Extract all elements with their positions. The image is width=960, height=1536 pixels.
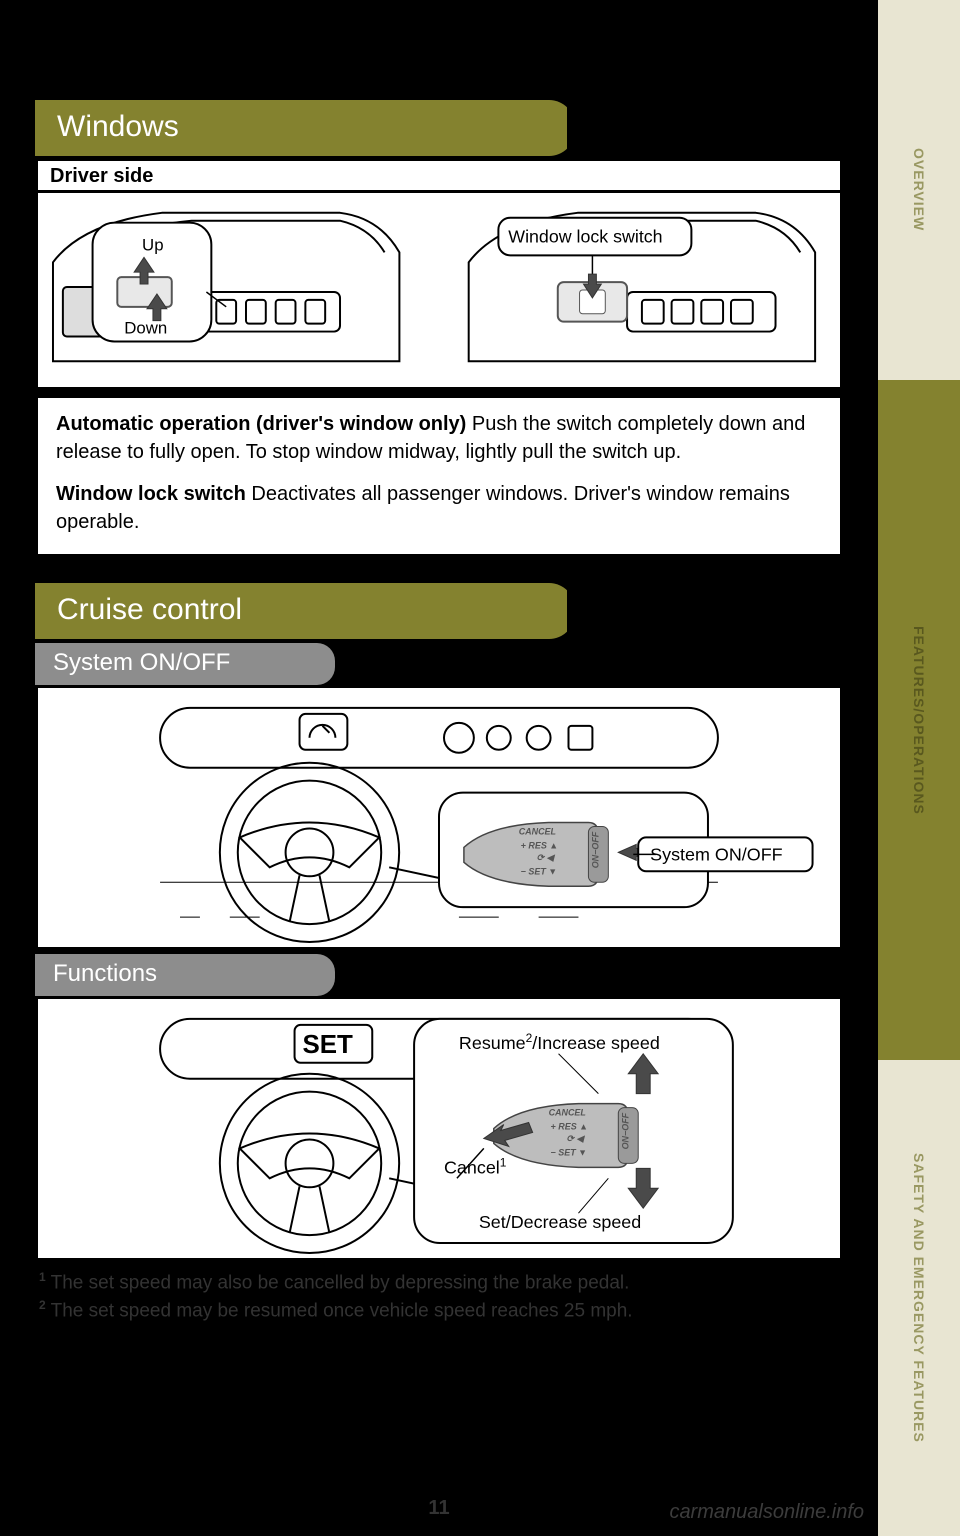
system-onoff-label: System ON/OFF [650, 844, 782, 864]
cruise-title: Cruise control [57, 593, 242, 626]
svg-text:⟳ ◀: ⟳ ◀ [537, 852, 556, 862]
side-tabs: OVERVIEW FEATURES/OPERATIONS SAFETY AND … [878, 0, 960, 1536]
lever-onoff: ON−OFF [590, 831, 600, 868]
driver-side-label: Driver side [35, 158, 843, 190]
lever-res: + RES ▲ [521, 840, 558, 850]
tab-safety[interactable]: SAFETY AND EMERGENCY FEATURES [878, 1060, 960, 1536]
svg-text:⟳ ◀: ⟳ ◀ [567, 1133, 586, 1143]
footnote-1: The set speed may also be cancelled by d… [46, 1272, 630, 1293]
windows-body-text: Automatic operation (driver's window onl… [35, 398, 843, 557]
svg-text:ON−OFF: ON−OFF [620, 1112, 630, 1149]
section-title-windows: Windows [35, 100, 575, 156]
windows-illustration: Up Down Window lock switch [35, 190, 843, 390]
footnote-2: The set speed may be resumed once vehicl… [46, 1300, 633, 1321]
footnotes: 1 The set speed may also be cancelled by… [35, 1261, 843, 1325]
cruise-functions-illustration: SET Resume2/Increase speed CANCEL + RES … [35, 996, 843, 1261]
cruise-system-illustration: CANCEL + RES ▲ ⟳ ◀ − SET ▼ ON−OFF System… [35, 685, 843, 950]
down-label: Down [124, 319, 167, 338]
set-indicator: SET [303, 1031, 354, 1059]
svg-text:− SET ▼: − SET ▼ [551, 1147, 587, 1157]
svg-text:+ RES ▲: + RES ▲ [551, 1121, 588, 1131]
svg-text:CANCEL: CANCEL [549, 1108, 586, 1118]
lever-set: − SET ▼ [521, 866, 557, 876]
subtitle-system-onoff: System ON/OFF [35, 643, 335, 685]
auto-op-bold: Automatic operation (driver's window onl… [56, 413, 472, 435]
resume-label: Resume2/Increase speed [459, 1031, 660, 1053]
footnote-2-sup: 2 [39, 1298, 46, 1312]
subtitle-functions: Functions [35, 954, 335, 996]
set-decrease-label: Set/Decrease speed [479, 1212, 641, 1232]
window-lock-label: Window lock switch [508, 226, 662, 246]
up-label: Up [142, 235, 164, 254]
lever-cancel: CANCEL [519, 826, 556, 836]
watermark: carmanualsonline.info [669, 1501, 864, 1524]
section-title-cruise: Cruise control [35, 583, 575, 639]
windows-title: Windows [57, 110, 179, 143]
tab-overview[interactable]: OVERVIEW [878, 0, 960, 380]
tab-features[interactable]: FEATURES/OPERATIONS [878, 380, 960, 1060]
lock-bold: Window lock switch [56, 483, 251, 505]
footnote-1-sup: 1 [39, 1270, 46, 1284]
